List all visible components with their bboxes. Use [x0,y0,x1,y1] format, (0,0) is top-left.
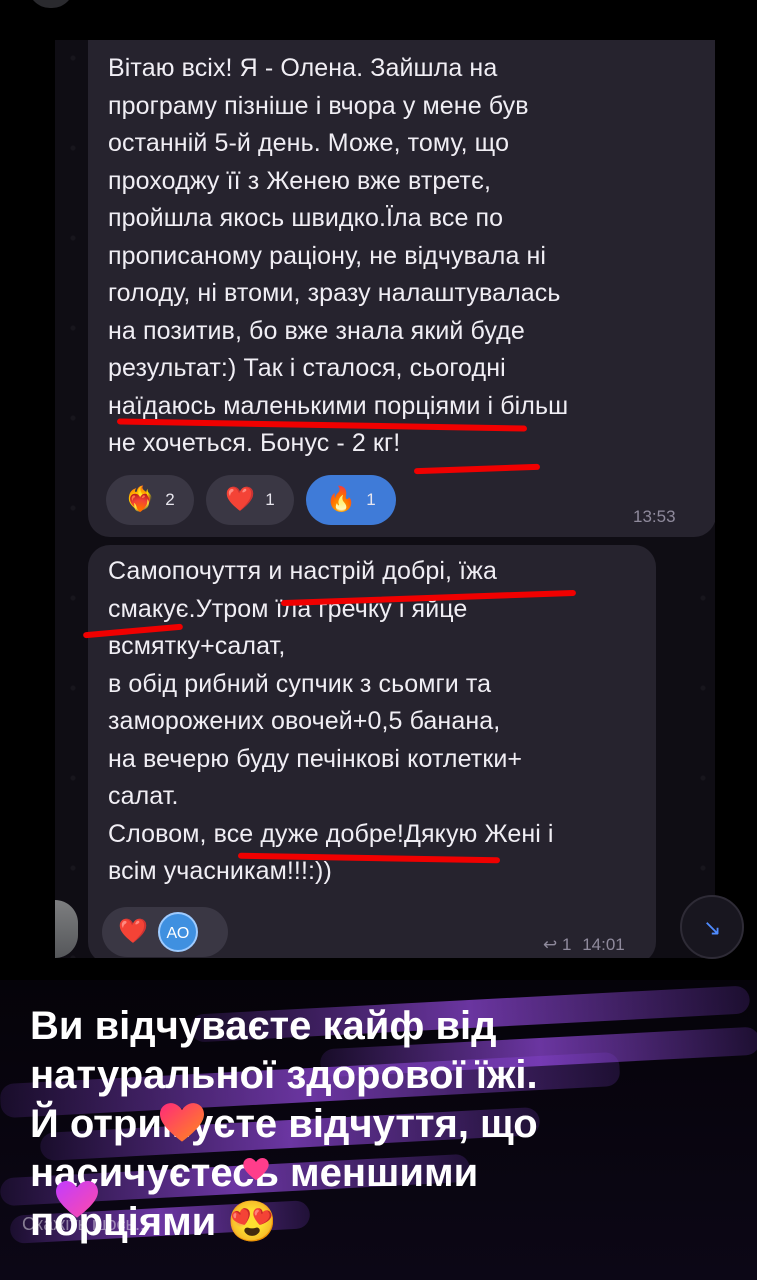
red-heart-icon: ❤️ [118,918,148,945]
message-2-time: 14:01 [582,935,625,954]
story-top-indicator [28,0,74,8]
heart-sticker-icon [243,1158,269,1181]
scroll-down-button[interactable]: ↘ [680,895,744,959]
message-2-text: Самопочуття и настрій добрі, їжа смакує.… [108,557,554,885]
message-bubble-2: Самопочуття и настрій добрі, їжа смакує.… [82,545,656,958]
chat-screenshot: Вітаю всіх! Я - Олена. Зайшла на програм… [55,40,715,958]
reply-indicator[interactable]: ↩︎ 1 14:01 [543,935,625,955]
story-caption: Ви відчуваєте кайф від натуральної здоро… [30,1004,538,1244]
reaction-heart-with-avatar[interactable]: ❤️ АО [102,907,228,957]
reaction-count: 2 [165,490,175,509]
fire-icon: 🔥 [326,486,357,513]
message-1-time: 13:53 [633,507,676,526]
reactor-avatar: АО [157,912,198,952]
reaction-fire[interactable]: 🔥 1 [306,475,396,525]
reaction-count: 1 [265,490,275,509]
story-reply-input[interactable]: Скажіть щось... [22,1214,150,1235]
reaction-heart-on-fire[interactable]: ❤️‍🔥 2 [106,475,194,525]
sender-avatar[interactable] [55,900,78,958]
chevron-down-icon: ↘ [703,915,722,940]
message-bubble-1: Вітаю всіх! Я - Олена. Зайшла на програм… [88,40,715,537]
message-1-text: Вітаю всіх! Я - Олена. Зайшла на програм… [108,54,569,457]
heart-on-fire-icon: ❤️‍🔥 [125,486,156,513]
red-heart-icon: ❤️ [225,486,256,513]
heart-sticker-icon [160,1103,204,1143]
reaction-red-heart[interactable]: ❤️ 1 [206,475,294,525]
reaction-count: 1 [366,490,376,509]
reply-count: 1 [561,935,572,954]
reply-arrow-icon: ↩︎ [543,935,558,954]
story-screen: Вітаю всіх! Я - Олена. Зайшла на програм… [0,0,757,1280]
underline-mark [413,463,541,475]
